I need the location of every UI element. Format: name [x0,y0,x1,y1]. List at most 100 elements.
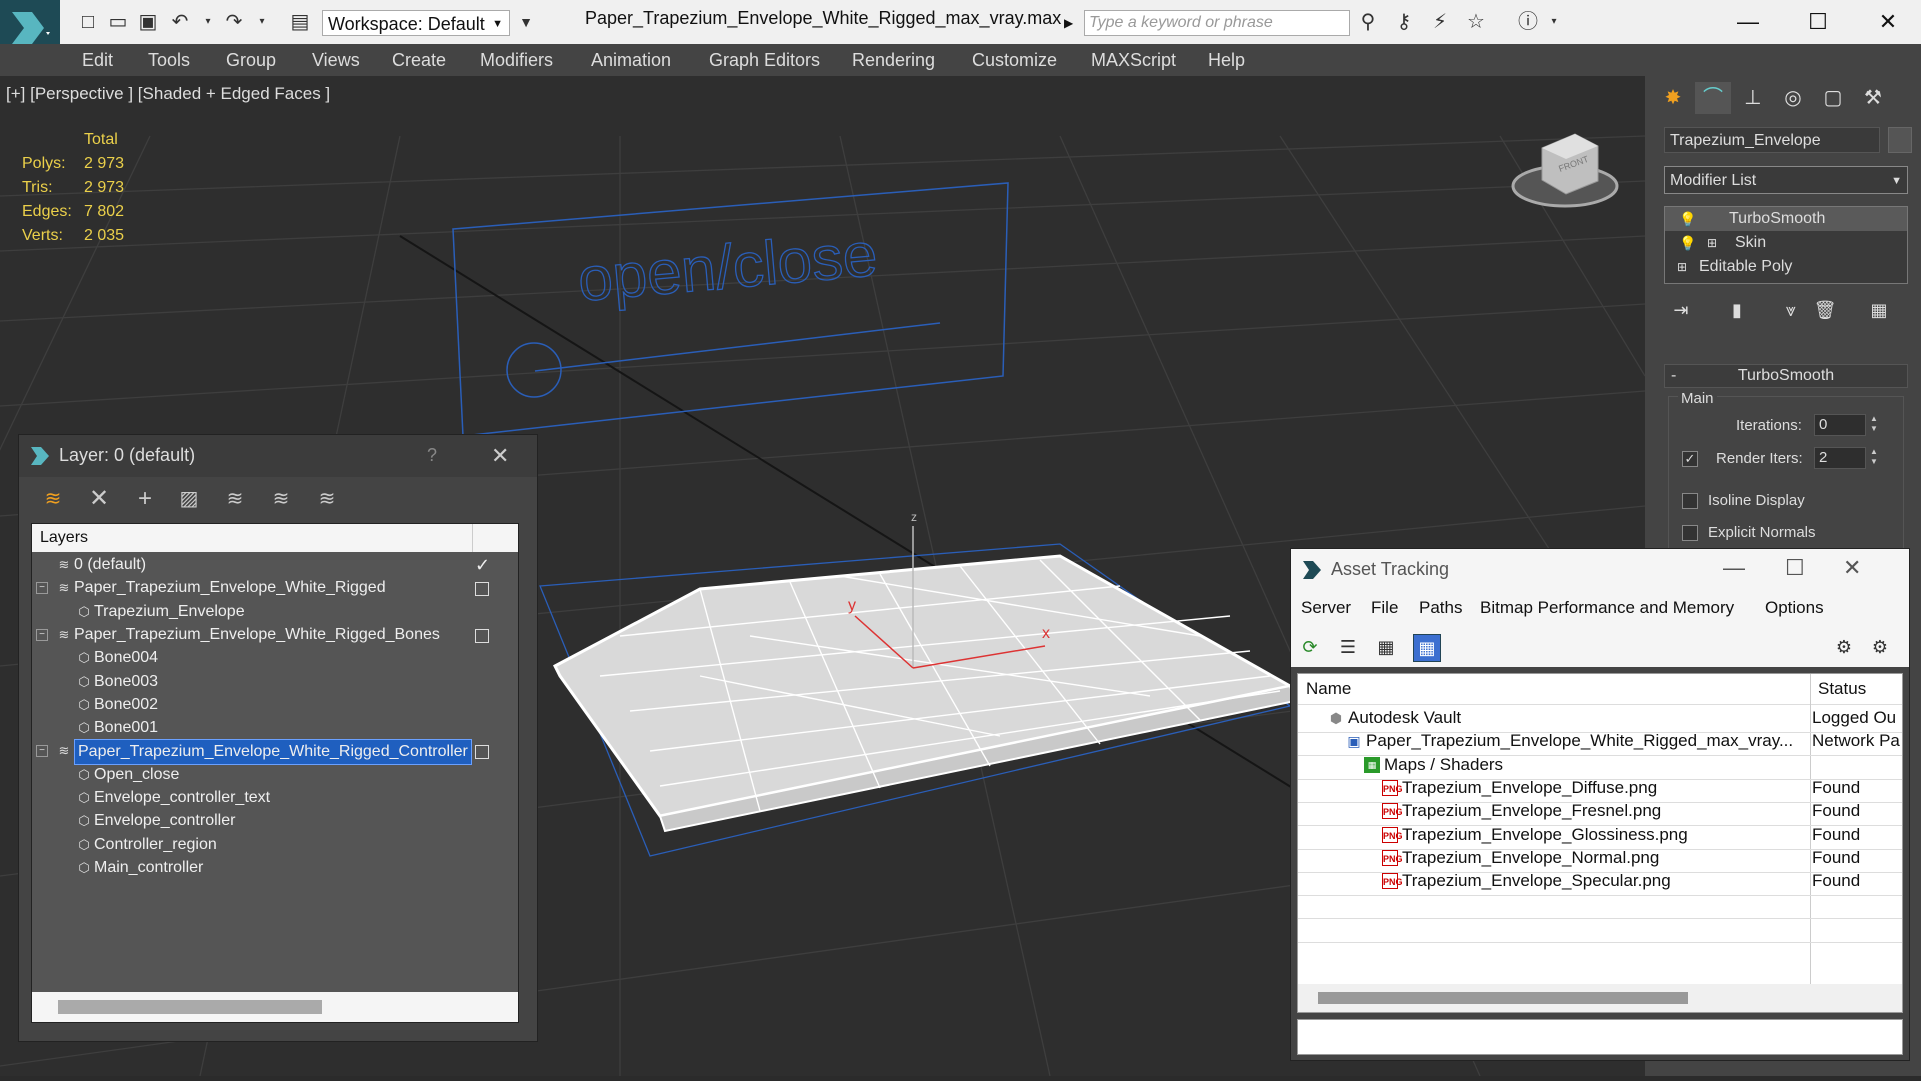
stack-item-turbosmooth[interactable]: 💡 TurboSmooth [1665,207,1907,231]
close-icon[interactable]: ✕ [1843,555,1861,581]
asset-dialog-titlebar[interactable]: Asset Tracking — ☐ ✕ [1291,549,1909,591]
close-icon[interactable]: ✕ [1870,4,1906,40]
connect-server-icon[interactable]: ⚙ [1831,634,1857,660]
configure-sets-icon[interactable]: ▦ [1864,296,1894,324]
spinner-arrows-icon[interactable]: ▲ ▼ [1870,414,1882,436]
layer-dialog-titlebar[interactable]: Layer: 0 (default) ? ✕ [19,435,537,477]
menu-customize[interactable]: Customize [972,50,1057,71]
server-options-icon[interactable]: ⚙ [1867,634,1893,660]
horizontal-scrollbar[interactable] [1298,984,1902,1012]
undo-dropdown-icon[interactable]: ▾ [196,10,220,34]
menu-tools[interactable]: Tools [148,50,190,71]
scrollbar-thumb[interactable] [1318,992,1688,1004]
menu-modifiers[interactable]: Modifiers [480,50,553,71]
redo-dropdown-icon[interactable]: ▾ [250,10,274,34]
turbosmooth-rollout-header[interactable]: - TurboSmooth [1664,364,1908,388]
stack-item-skin[interactable]: 💡 ⊞ Skin [1665,231,1907,255]
close-icon[interactable]: ✕ [491,443,509,469]
workspace-menu-icon[interactable]: ▼ [514,10,538,34]
maximize-icon[interactable]: ☐ [1785,555,1805,581]
menu-rendering[interactable]: Rendering [852,50,935,71]
list-view-icon[interactable]: ☰ [1335,634,1361,660]
search-expand-icon[interactable]: ▶ [1064,12,1078,34]
menu-animation[interactable]: Animation [591,50,671,71]
freeze-all-icon[interactable]: ≋ [313,485,341,513]
stack-item-editable-poly[interactable]: ⊞ Editable Poly [1665,255,1907,279]
refresh-icon[interactable]: ⟳ [1297,634,1323,660]
lightbulb-icon[interactable]: 💡 [1679,231,1696,255]
utilities-tab-icon[interactable]: ⚒ [1855,82,1891,114]
hide-all-icon[interactable]: ≋ [267,485,295,513]
remove-modifier-icon[interactable]: 🗑 [1810,296,1840,324]
asset-menu-file[interactable]: File [1371,598,1398,618]
menu-help[interactable]: Help [1208,50,1245,71]
minimize-icon[interactable]: — [1723,555,1745,581]
motion-tab-icon[interactable]: ◎ [1775,82,1811,114]
asset-menu-bitmap[interactable]: Bitmap Performance and Memory [1480,598,1734,618]
menu-group[interactable]: Group [226,50,276,71]
expand-plus-icon[interactable]: ⊞ [1707,231,1717,255]
layers-column-header[interactable]: Layers [32,524,518,552]
key-icon[interactable]: ⚷ [1392,10,1416,34]
search-input[interactable]: Type a keyword or phrase [1084,10,1350,36]
name-column-header[interactable]: Name [1306,674,1351,704]
pin-stack-icon[interactable]: ⇥ [1666,296,1696,324]
add-to-layer-icon[interactable]: + [131,485,159,513]
asset-menu-paths[interactable]: Paths [1419,598,1462,618]
asset-menu-server[interactable]: Server [1301,598,1351,618]
spinner-arrows-icon[interactable]: ▲ ▼ [1870,447,1882,469]
layer-state-checkbox[interactable] [475,582,489,597]
new-file-icon[interactable]: □ [76,10,100,34]
scrollbar-thumb[interactable] [58,1000,322,1014]
collapse-toggle-icon[interactable]: − [36,628,48,641]
table-view-icon[interactable]: ▦ [1413,634,1441,662]
create-tab-icon[interactable]: ✸ [1655,82,1691,114]
expand-plus-icon[interactable]: ⊞ [1677,255,1687,279]
select-objects-icon[interactable]: ▨ [175,485,203,513]
signin-icon[interactable]: ⚡ [1428,10,1452,34]
hierarchy-tab-icon[interactable]: ⊥ [1735,82,1771,114]
asset-path-field[interactable] [1297,1019,1903,1055]
menu-create[interactable]: Create [392,50,446,71]
minimize-icon[interactable]: — [1730,4,1766,40]
asset-menu-options[interactable]: Options [1765,598,1824,618]
modifier-list-select[interactable]: Modifier List ▼ [1664,166,1908,194]
layer-object-row[interactable]: ⬡ Main_controller [32,855,518,883]
maximize-icon[interactable]: ☐ [1800,4,1836,40]
menu-graph-editors[interactable]: Graph Editors [709,50,820,71]
menu-views[interactable]: Views [312,50,360,71]
layer-state-checkbox[interactable] [475,628,489,643]
layer-state-checkbox[interactable] [475,745,489,760]
binoculars-icon[interactable]: ⚲ [1356,10,1380,34]
display-tab-icon[interactable]: ▢ [1815,82,1851,114]
status-column-header[interactable]: Status [1818,674,1866,704]
collapse-toggle-icon[interactable]: − [36,582,48,595]
show-end-result-icon[interactable]: ▮ [1722,296,1752,324]
lightbulb-icon[interactable]: 💡 [1679,207,1696,231]
make-unique-icon[interactable]: ⩔ [1776,296,1806,324]
current-layer-check-icon[interactable]: ✓ [475,552,490,578]
object-name-field[interactable]: Trapezium_Envelope [1664,127,1880,153]
viewport-label[interactable]: [+] [Perspective ] [Shaded + Edged Faces… [6,84,330,104]
open-file-icon[interactable]: ▭ [106,10,130,34]
render-iters-spinner[interactable]: 2 [1814,447,1866,469]
thumbnail-view-icon[interactable]: ▦ [1373,634,1399,660]
help-dropdown-icon[interactable]: ▾ [1542,10,1566,34]
highlight-layer-icon[interactable]: ≋ [221,485,249,513]
render-iters-checkbox[interactable]: ✓ [1682,451,1698,467]
help-icon[interactable]: ⓘ [1516,10,1540,34]
isoline-display-checkbox[interactable] [1682,493,1698,509]
favorites-star-icon[interactable]: ☆ [1464,10,1488,34]
menu-edit[interactable]: Edit [82,50,113,71]
redo-icon[interactable]: ↷ [222,10,246,34]
collapse-toggle-icon[interactable]: − [36,745,48,758]
object-color-swatch[interactable] [1888,127,1912,153]
new-layer-icon[interactable]: ≋ [39,485,67,513]
menu-maxscript[interactable]: MAXScript [1091,50,1176,71]
explicit-normals-checkbox[interactable] [1682,525,1698,541]
viewcube[interactable]: FRONT [1511,133,1619,208]
save-icon[interactable]: ▣ [136,10,160,34]
delete-layer-icon[interactable]: ✕ [85,485,113,513]
undo-icon[interactable]: ↶ [168,10,192,34]
modify-tab-icon[interactable]: ⌒ [1695,82,1731,114]
